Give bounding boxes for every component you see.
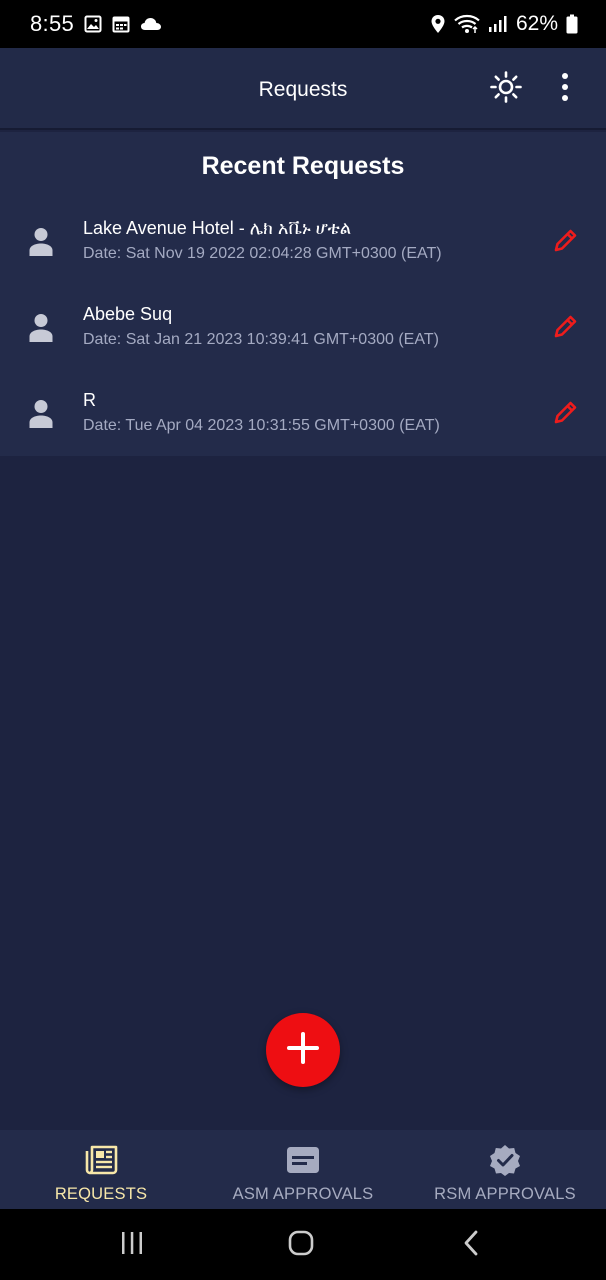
request-row[interactable]: Lake Avenue Hotel - ሌክ አቬኑ ሆቴል Date: Sat… xyxy=(0,202,606,288)
person-icon xyxy=(27,398,55,430)
main-content: Recent Requests Lake Avenue Hotel - ሌክ አ… xyxy=(0,132,606,456)
wifi-icon xyxy=(454,14,480,34)
more-options-button[interactable] xyxy=(544,68,586,110)
theme-toggle-button[interactable] xyxy=(485,68,527,110)
pencil-icon xyxy=(551,313,579,346)
cloud-icon xyxy=(140,16,162,32)
pencil-icon xyxy=(551,227,579,260)
edit-request-button[interactable] xyxy=(548,226,582,260)
request-row[interactable]: Abebe Suq Date: Sat Jan 21 2023 10:39:41… xyxy=(0,288,606,374)
card-icon xyxy=(286,1144,320,1176)
back-icon xyxy=(461,1229,481,1262)
person-icon xyxy=(27,226,55,258)
battery-percent: 62% xyxy=(515,12,558,35)
more-vert-icon xyxy=(560,72,570,107)
signal-icon xyxy=(488,15,508,33)
person-icon xyxy=(27,312,55,344)
location-icon xyxy=(430,14,446,34)
request-name: Abebe Suq xyxy=(83,304,173,324)
request-date: Date: Tue Apr 04 2023 10:31:55 GMT+0300 … xyxy=(83,417,440,434)
add-request-button[interactable] xyxy=(266,1013,340,1087)
plus-icon xyxy=(286,1031,320,1070)
newspaper-icon xyxy=(84,1144,118,1176)
request-name: Lake Avenue Hotel - ሌክ አቬኑ ሆቴል xyxy=(83,218,352,238)
home-icon xyxy=(287,1229,315,1262)
bottom-nav: REQUESTS ASM APPROVALS RSM APPROVALS xyxy=(0,1130,606,1209)
pencil-icon xyxy=(551,399,579,432)
edit-request-button[interactable] xyxy=(548,312,582,346)
tab-label: ASM APPROVALS xyxy=(232,1185,374,1203)
calendar-icon xyxy=(112,15,130,33)
home-button[interactable] xyxy=(285,1229,317,1261)
image-icon xyxy=(84,15,102,33)
edit-request-button[interactable] xyxy=(548,398,582,432)
section-title: Recent Requests xyxy=(201,152,405,180)
verified-badge-icon xyxy=(488,1144,522,1176)
recent-apps-icon xyxy=(119,1231,145,1260)
tab-rsm-approvals[interactable]: RSM APPROVALS xyxy=(404,1130,606,1209)
recent-requests-card: Recent Requests Lake Avenue Hotel - ሌክ አ… xyxy=(0,132,606,456)
request-date: Date: Sat Jan 21 2023 10:39:41 GMT+0300 … xyxy=(83,331,439,348)
status-left: 8:55 xyxy=(30,11,162,37)
brightness-icon xyxy=(490,70,522,108)
status-right: 62% xyxy=(430,12,578,36)
tab-requests[interactable]: REQUESTS xyxy=(0,1130,202,1209)
tab-label: RSM APPROVALS xyxy=(434,1185,576,1203)
tab-label: REQUESTS xyxy=(54,1185,148,1203)
app-bar: Requests xyxy=(0,48,606,130)
tab-asm-approvals[interactable]: ASM APPROVALS xyxy=(202,1130,404,1209)
recent-apps-button[interactable] xyxy=(116,1229,148,1261)
screen: 8:55 62% Requests Recent Requests Lake A… xyxy=(0,0,606,1280)
back-button[interactable] xyxy=(455,1229,487,1261)
request-row[interactable]: R Date: Tue Apr 04 2023 10:31:55 GMT+030… xyxy=(0,374,606,460)
system-nav-bar xyxy=(0,1209,606,1280)
battery-icon xyxy=(566,14,578,34)
request-name: R xyxy=(83,390,96,410)
status-time: 8:55 xyxy=(30,11,75,36)
status-bar: 8:55 62% xyxy=(0,0,606,48)
request-date: Date: Sat Nov 19 2022 02:04:28 GMT+0300 … xyxy=(83,245,442,262)
